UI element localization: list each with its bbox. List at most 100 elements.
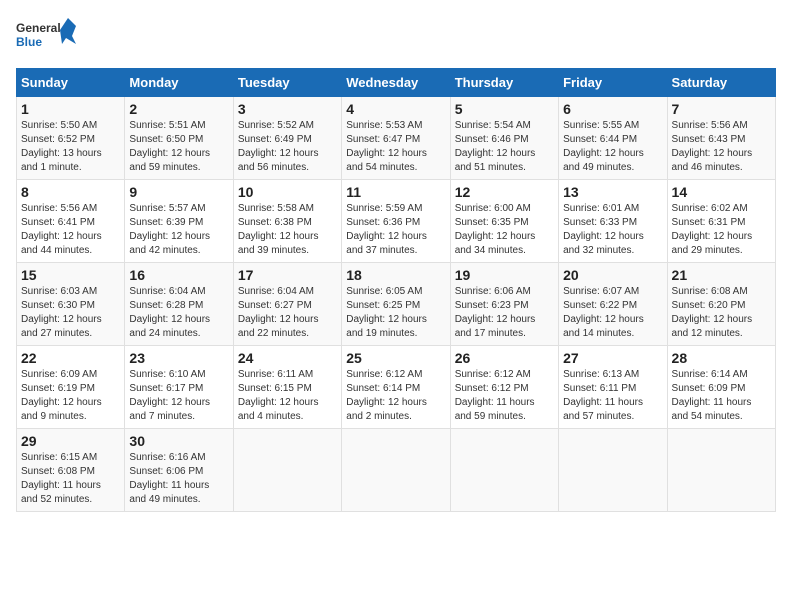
calendar-cell: 12 Sunrise: 6:00 AM Sunset: 6:35 PM Dayli… xyxy=(450,180,558,263)
day-number: 14 xyxy=(672,184,771,200)
calendar-cell: 2 Sunrise: 5:51 AM Sunset: 6:50 PM Daylig… xyxy=(125,97,233,180)
day-info: Sunrise: 6:15 AM Sunset: 6:08 PM Dayligh… xyxy=(21,451,120,507)
day-number: 13 xyxy=(563,184,662,200)
day-number: 11 xyxy=(346,184,445,200)
day-number: 24 xyxy=(238,350,337,366)
day-info: Sunrise: 6:09 AM Sunset: 6:19 PM Dayligh… xyxy=(21,368,120,424)
logo-svg: General Blue xyxy=(16,16,76,56)
day-number: 10 xyxy=(238,184,337,200)
calendar-cell: 7 Sunrise: 5:56 AM Sunset: 6:43 PM Daylig… xyxy=(667,97,775,180)
weekday-header-thursday: Thursday xyxy=(450,69,558,97)
day-number: 5 xyxy=(455,101,554,117)
weekday-header-row: SundayMondayTuesdayWednesdayThursdayFrid… xyxy=(17,69,776,97)
day-info: Sunrise: 5:59 AM Sunset: 6:36 PM Dayligh… xyxy=(346,202,445,258)
day-info: Sunrise: 6:10 AM Sunset: 6:17 PM Dayligh… xyxy=(129,368,228,424)
week-row-2: 8 Sunrise: 5:56 AM Sunset: 6:41 PM Daylig… xyxy=(17,180,776,263)
calendar-cell: 24 Sunrise: 6:11 AM Sunset: 6:15 PM Dayli… xyxy=(233,346,341,429)
day-info: Sunrise: 5:58 AM Sunset: 6:38 PM Dayligh… xyxy=(238,202,337,258)
calendar-cell: 4Sunrise: 5:53 AM Sunset: 6:47 PM Daylig… xyxy=(342,97,450,180)
calendar-cell: 20Sunrise: 6:07 AM Sunset: 6:22 PM Dayli… xyxy=(559,263,667,346)
calendar-cell: 9 Sunrise: 5:57 AM Sunset: 6:39 PM Daylig… xyxy=(125,180,233,263)
calendar-cell: 14 Sunrise: 6:02 AM Sunset: 6:31 PM Dayli… xyxy=(667,180,775,263)
calendar-cell: 22 Sunrise: 6:09 AM Sunset: 6:19 PM Dayli… xyxy=(17,346,125,429)
calendar-table: SundayMondayTuesdayWednesdayThursdayFrid… xyxy=(16,68,776,512)
day-info: Sunrise: 5:54 AM Sunset: 6:46 PM Dayligh… xyxy=(455,119,554,175)
calendar-cell: 3 Sunrise: 5:52 AM Sunset: 6:49 PM Daylig… xyxy=(233,97,341,180)
calendar-cell: 6Sunrise: 5:55 AM Sunset: 6:44 PM Daylig… xyxy=(559,97,667,180)
svg-text:General: General xyxy=(16,21,61,35)
weekday-header-saturday: Saturday xyxy=(667,69,775,97)
day-info: Sunrise: 6:13 AM Sunset: 6:11 PM Dayligh… xyxy=(563,368,662,424)
day-number: 15 xyxy=(21,267,120,283)
day-number: 8 xyxy=(21,184,120,200)
calendar-cell: 11 Sunrise: 5:59 AM Sunset: 6:36 PM Dayli… xyxy=(342,180,450,263)
calendar-cell xyxy=(342,429,450,512)
week-row-3: 15 Sunrise: 6:03 AM Sunset: 6:30 PM Dayli… xyxy=(17,263,776,346)
day-info: Sunrise: 5:56 AM Sunset: 6:41 PM Dayligh… xyxy=(21,202,120,258)
calendar-cell: 27 Sunrise: 6:13 AM Sunset: 6:11 PM Dayli… xyxy=(559,346,667,429)
day-info: Sunrise: 6:12 AM Sunset: 6:14 PM Dayligh… xyxy=(346,368,445,424)
page-header: General Blue xyxy=(16,16,776,56)
calendar-cell: 30Sunrise: 6:16 AM Sunset: 6:06 PM Dayli… xyxy=(125,429,233,512)
day-number: 28 xyxy=(672,350,771,366)
calendar-cell: 28 Sunrise: 6:14 AM Sunset: 6:09 PM Dayli… xyxy=(667,346,775,429)
day-info: Sunrise: 6:14 AM Sunset: 6:09 PM Dayligh… xyxy=(672,368,771,424)
day-number: 26 xyxy=(455,350,554,366)
day-number: 3 xyxy=(238,101,337,117)
day-number: 18 xyxy=(346,267,445,283)
calendar-cell: 10 Sunrise: 5:58 AM Sunset: 6:38 PM Dayli… xyxy=(233,180,341,263)
weekday-header-tuesday: Tuesday xyxy=(233,69,341,97)
day-info: Sunrise: 6:00 AM Sunset: 6:35 PM Dayligh… xyxy=(455,202,554,258)
day-number: 23 xyxy=(129,350,228,366)
day-number: 2 xyxy=(129,101,228,117)
weekday-header-wednesday: Wednesday xyxy=(342,69,450,97)
day-info: Sunrise: 5:50 AM Sunset: 6:52 PM Dayligh… xyxy=(21,119,120,175)
calendar-cell: 25 Sunrise: 6:12 AM Sunset: 6:14 PM Dayli… xyxy=(342,346,450,429)
calendar-cell: 29 Sunrise: 6:15 AM Sunset: 6:08 PM Dayli… xyxy=(17,429,125,512)
calendar-cell xyxy=(667,429,775,512)
day-number: 29 xyxy=(21,433,120,449)
calendar-cell: 21Sunrise: 6:08 AM Sunset: 6:20 PM Dayli… xyxy=(667,263,775,346)
day-info: Sunrise: 6:08 AM Sunset: 6:20 PM Dayligh… xyxy=(672,285,771,341)
day-number: 12 xyxy=(455,184,554,200)
day-info: Sunrise: 5:52 AM Sunset: 6:49 PM Dayligh… xyxy=(238,119,337,175)
svg-text:Blue: Blue xyxy=(16,35,42,49)
day-number: 17 xyxy=(238,267,337,283)
calendar-cell xyxy=(450,429,558,512)
calendar-cell xyxy=(233,429,341,512)
calendar-cell: 23 Sunrise: 6:10 AM Sunset: 6:17 PM Dayli… xyxy=(125,346,233,429)
day-info: Sunrise: 5:57 AM Sunset: 6:39 PM Dayligh… xyxy=(129,202,228,258)
day-number: 7 xyxy=(672,101,771,117)
week-row-1: 1 Sunrise: 5:50 AM Sunset: 6:52 PM Daylig… xyxy=(17,97,776,180)
week-row-4: 22 Sunrise: 6:09 AM Sunset: 6:19 PM Dayli… xyxy=(17,346,776,429)
calendar-cell: 18 Sunrise: 6:05 AM Sunset: 6:25 PM Dayli… xyxy=(342,263,450,346)
calendar-cell: 13 Sunrise: 6:01 AM Sunset: 6:33 PM Dayli… xyxy=(559,180,667,263)
calendar-cell: 15 Sunrise: 6:03 AM Sunset: 6:30 PM Dayli… xyxy=(17,263,125,346)
day-info: Sunrise: 5:51 AM Sunset: 6:50 PM Dayligh… xyxy=(129,119,228,175)
day-info: Sunrise: 6:06 AM Sunset: 6:23 PM Dayligh… xyxy=(455,285,554,341)
weekday-header-sunday: Sunday xyxy=(17,69,125,97)
day-number: 4 xyxy=(346,101,445,117)
calendar-cell xyxy=(559,429,667,512)
day-number: 9 xyxy=(129,184,228,200)
day-number: 25 xyxy=(346,350,445,366)
calendar-cell: 5 Sunrise: 5:54 AM Sunset: 6:46 PM Daylig… xyxy=(450,97,558,180)
day-number: 16 xyxy=(129,267,228,283)
day-number: 27 xyxy=(563,350,662,366)
weekday-header-monday: Monday xyxy=(125,69,233,97)
day-info: Sunrise: 6:12 AM Sunset: 6:12 PM Dayligh… xyxy=(455,368,554,424)
day-info: Sunrise: 6:11 AM Sunset: 6:15 PM Dayligh… xyxy=(238,368,337,424)
day-info: Sunrise: 6:01 AM Sunset: 6:33 PM Dayligh… xyxy=(563,202,662,258)
day-number: 1 xyxy=(21,101,120,117)
day-number: 22 xyxy=(21,350,120,366)
day-info: Sunrise: 6:02 AM Sunset: 6:31 PM Dayligh… xyxy=(672,202,771,258)
calendar-cell: 1 Sunrise: 5:50 AM Sunset: 6:52 PM Daylig… xyxy=(17,97,125,180)
day-info: Sunrise: 6:03 AM Sunset: 6:30 PM Dayligh… xyxy=(21,285,120,341)
calendar-cell: 8 Sunrise: 5:56 AM Sunset: 6:41 PM Daylig… xyxy=(17,180,125,263)
day-info: Sunrise: 6:05 AM Sunset: 6:25 PM Dayligh… xyxy=(346,285,445,341)
day-info: Sunrise: 5:55 AM Sunset: 6:44 PM Dayligh… xyxy=(563,119,662,175)
day-info: Sunrise: 6:07 AM Sunset: 6:22 PM Dayligh… xyxy=(563,285,662,341)
day-info: Sunrise: 5:56 AM Sunset: 6:43 PM Dayligh… xyxy=(672,119,771,175)
day-number: 19 xyxy=(455,267,554,283)
day-info: Sunrise: 6:16 AM Sunset: 6:06 PM Dayligh… xyxy=(129,451,228,507)
